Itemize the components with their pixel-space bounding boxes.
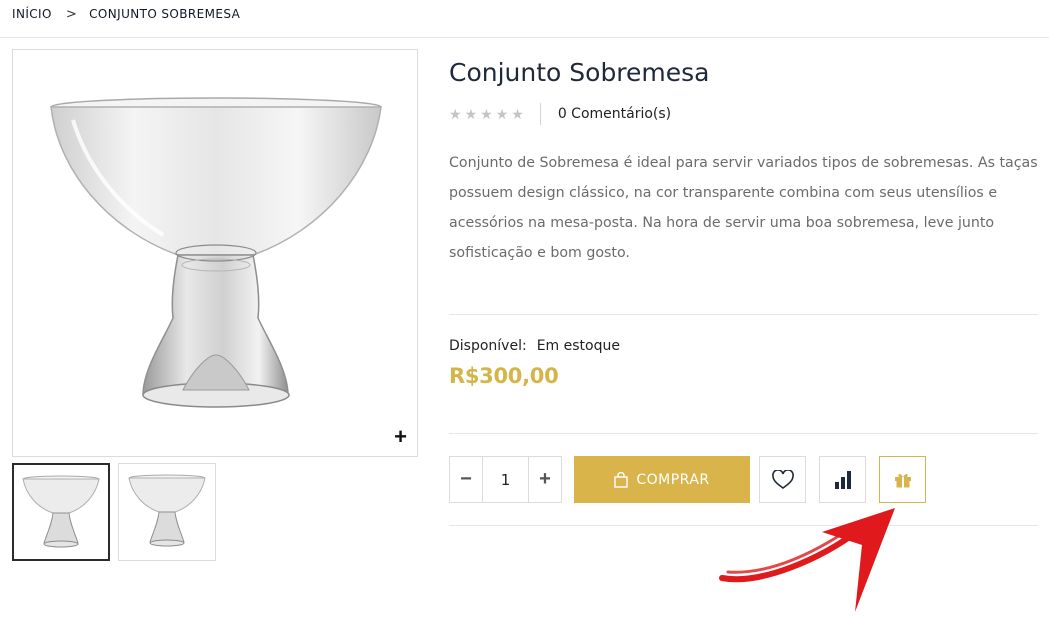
gift-icon: [894, 473, 911, 487]
availability-label: Disponível:: [449, 338, 527, 354]
product-description: Conjunto de Sobremesa é ideal para servi…: [449, 155, 1038, 261]
thumbnail-glass-image: [128, 474, 206, 547]
star-icon: ★: [449, 106, 462, 122]
product-rating: ★ ★ ★ ★ ★ 0 Comentário(s): [449, 103, 671, 125]
glass-bowl-image: [50, 97, 382, 408]
zoom-icon[interactable]: +: [394, 426, 407, 448]
availability: Disponível: Em estoque: [449, 338, 620, 354]
star-icon: ★: [495, 106, 509, 122]
header-divider: [0, 37, 1049, 38]
thumbnail-glass-image: [22, 475, 100, 548]
compare-button[interactable]: [819, 456, 866, 503]
breadcrumb: INÍCIO > CONJUNTO SOBREMESA: [12, 5, 240, 23]
thumbnail-2[interactable]: [118, 463, 216, 561]
buy-button-label: COMPRAR: [636, 471, 710, 488]
divider: [449, 314, 1038, 315]
product-title: Conjunto Sobremesa: [449, 58, 710, 87]
divider: [449, 525, 1038, 526]
shopping-bag-icon: [614, 471, 629, 488]
comments-link[interactable]: 0 Comentário(s): [558, 106, 671, 122]
thumbnail-1[interactable]: [12, 463, 110, 561]
rating-divider: [539, 103, 541, 125]
quantity-increase-button[interactable]: +: [529, 457, 561, 502]
bar-chart-icon: [834, 470, 851, 489]
product-price: R$300,00: [449, 364, 559, 388]
divider: [449, 433, 1038, 434]
star-icon: ★: [511, 106, 524, 122]
heart-icon: [771, 469, 794, 489]
breadcrumb-current: CONJUNTO SOBREMESA: [89, 7, 241, 21]
gift-button[interactable]: [879, 456, 926, 503]
breadcrumb-home-link[interactable]: INÍCIO: [12, 7, 52, 21]
star-icon: ★: [480, 106, 493, 122]
star-icon: ★: [464, 106, 478, 122]
breadcrumb-separator: >: [65, 6, 78, 22]
quantity-decrease-button[interactable]: −: [450, 457, 482, 502]
star-rating: ★ ★ ★ ★ ★: [449, 107, 524, 121]
buy-button[interactable]: COMPRAR: [574, 456, 750, 503]
product-main-image[interactable]: +: [12, 49, 418, 457]
quantity-input[interactable]: 1: [482, 457, 529, 502]
availability-value: Em estoque: [536, 338, 620, 354]
quantity-stepper: − 1 +: [449, 456, 562, 503]
wishlist-button[interactable]: [759, 456, 806, 503]
